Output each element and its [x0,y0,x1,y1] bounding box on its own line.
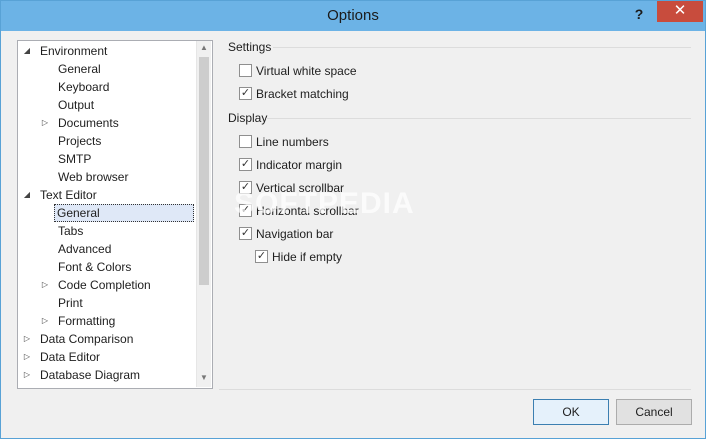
scroll-thumb[interactable] [199,57,209,285]
tree-item-general[interactable]: General [56,60,103,78]
tree-item-font-colors[interactable]: Font & Colors [56,258,133,276]
tree-item-print[interactable]: Print [56,294,85,312]
tree-item-text-editor[interactable]: ◢ Text Editor [22,186,99,204]
scroll-up-arrow-icon[interactable]: ▲ [197,41,211,55]
title-bar[interactable]: Options ? ✕ [1,1,705,31]
tree-item-formatting[interactable]: ▷ Formatting [40,312,117,330]
tree-scrollbar[interactable]: ▲ ▼ [196,41,211,387]
tree-item-code-completion[interactable]: ▷ Code Completion [40,276,153,294]
tree-item-environment[interactable]: ◢ Environment [22,42,109,60]
hide-if-empty-checkbox[interactable]: ✓ [255,250,268,263]
expanded-triangle-icon[interactable]: ◢ [22,42,32,60]
window-title: Options [327,7,379,24]
close-icon: ✕ [673,2,687,19]
tree-item-projects[interactable]: Projects [56,132,103,150]
collapsed-triangle-icon[interactable]: ▷ [40,312,50,330]
scroll-down-arrow-icon[interactable]: ▼ [197,371,211,385]
tree-item-web-browser[interactable]: Web browser [56,168,130,186]
expanded-triangle-icon[interactable]: ◢ [22,186,32,204]
tree-item-output[interactable]: Output [56,96,96,114]
tree-item-keyboard[interactable]: Keyboard [56,78,111,96]
line-numbers-checkbox[interactable] [239,135,252,148]
collapsed-triangle-icon[interactable]: ▷ [22,348,32,366]
settings-divider [273,47,691,48]
settings-group-title: Settings [228,40,272,54]
virtual-white-space-checkbox[interactable] [239,64,252,77]
collapsed-triangle-icon[interactable]: ▷ [40,114,50,132]
tree-item-data-editor[interactable]: ▷ Data Editor [22,348,102,366]
tree-item-database-diagram[interactable]: ▷ Database Diagram [22,366,142,384]
navigation-bar-checkbox[interactable]: ✓ [239,227,252,240]
cancel-button[interactable]: Cancel [616,399,692,425]
softpedia-watermark: SOFTPEDIA [234,187,415,220]
tree-item-text-editor-general[interactable]: General [54,204,194,222]
options-dialog: Options ? ✕ ◢ Environment General Keyboa… [0,0,706,439]
ok-button[interactable]: OK [533,399,609,425]
tree-item-documents[interactable]: ▷ Documents [40,114,121,132]
tree-item-smtp[interactable]: SMTP [56,150,93,168]
indicator-margin-checkbox[interactable]: ✓ [239,158,252,171]
footer-divider [219,389,691,390]
display-group-title: Display [228,111,268,125]
bracket-matching-checkbox[interactable]: ✓ [239,87,252,100]
close-button[interactable]: ✕ [657,1,703,22]
tree-item-tabs[interactable]: Tabs [56,222,85,240]
help-button[interactable]: ? [629,4,649,24]
options-tree[interactable]: ◢ Environment General Keyboard Output ▷ … [17,40,213,389]
collapsed-triangle-icon[interactable]: ▷ [22,330,32,348]
tree-item-advanced[interactable]: Advanced [56,240,113,258]
tree-item-data-comparison[interactable]: ▷ Data Comparison [22,330,135,348]
collapsed-triangle-icon[interactable]: ▷ [22,366,32,384]
display-divider [266,118,691,119]
collapsed-triangle-icon[interactable]: ▷ [40,276,50,294]
